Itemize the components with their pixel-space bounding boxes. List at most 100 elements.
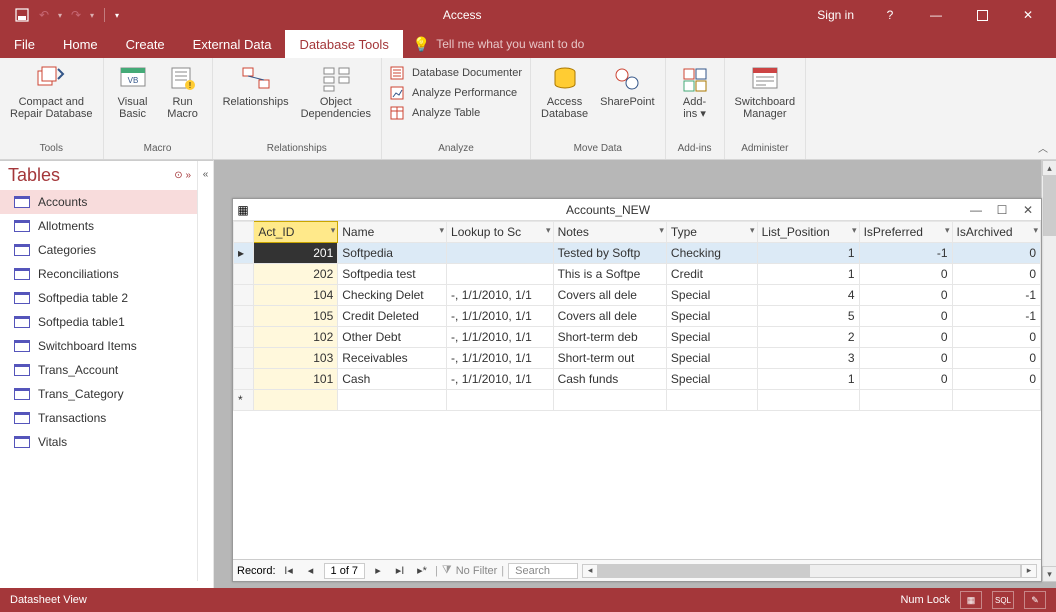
nav-item-transactions[interactable]: Transactions xyxy=(0,406,197,430)
search-box[interactable]: Search xyxy=(508,563,578,579)
close-button[interactable]: ✕ xyxy=(1006,0,1050,30)
column-header[interactable]: Type▾ xyxy=(666,222,757,243)
nav-item-switchboard-items[interactable]: Switchboard Items xyxy=(0,334,197,358)
nav-item-vitals[interactable]: Vitals xyxy=(0,430,197,454)
nav-item-reconciliations[interactable]: Reconciliations xyxy=(0,262,197,286)
new-record-button[interactable]: ▸* xyxy=(413,564,431,577)
table-icon xyxy=(14,220,30,232)
nav-item-accounts[interactable]: Accounts xyxy=(0,190,197,214)
nav-item-softpedia-table-2[interactable]: Softpedia table 2 xyxy=(0,286,197,310)
nav-dropdown-icon[interactable]: ⊙ » xyxy=(174,170,191,181)
relationships-button[interactable]: Relationships xyxy=(219,60,293,108)
last-record-button[interactable]: ▸I xyxy=(391,564,409,577)
sign-in-link[interactable]: Sign in xyxy=(805,8,866,22)
switchboard-manager-button[interactable]: Switchboard Manager xyxy=(731,60,800,120)
column-header[interactable]: List_Position▾ xyxy=(757,222,859,243)
analyze-table-button[interactable]: Analyze Table xyxy=(388,104,524,122)
navigation-pane: Tables ⊙ » AccountsAllotmentsCategoriesR… xyxy=(0,160,214,588)
analyze-table-icon xyxy=(390,105,406,121)
no-filter-label[interactable]: No Filter xyxy=(456,565,498,577)
access-database-button[interactable]: Access Database xyxy=(537,60,592,120)
next-record-button[interactable]: ▸ xyxy=(369,564,387,577)
table-row[interactable]: ▸201SoftpediaTested by SoftpChecking1-10 xyxy=(234,243,1041,264)
document-area: ▴ ▾ ▦ Accounts_NEW — ☐ ✕ Act_ID▾Name▾Loo… xyxy=(214,160,1056,588)
table-icon xyxy=(14,268,30,280)
group-label: Move Data xyxy=(537,143,659,159)
vertical-scrollbar[interactable]: ▴ ▾ xyxy=(1041,160,1056,582)
perf-icon xyxy=(390,85,406,101)
run-macro-button[interactable]: ! Run Macro xyxy=(160,60,206,120)
table-row[interactable]: 105Credit Deleted-, 1/1/2010, 1/1Covers … xyxy=(234,306,1041,327)
access-db-icon xyxy=(550,64,580,94)
compact-repair-button[interactable]: Compact and Repair Database xyxy=(6,60,97,120)
table-row[interactable]: 102Other Debt-, 1/1/2010, 1/1Short-term … xyxy=(234,327,1041,348)
analyze-performance-button[interactable]: Analyze Performance xyxy=(388,84,524,102)
win-maximize-button[interactable]: ☐ xyxy=(989,203,1015,217)
tell-me[interactable]: 💡 Tell me what you want to do xyxy=(403,30,595,58)
save-icon[interactable] xyxy=(14,7,30,23)
table-row[interactable]: 202Softpedia testThis is a SoftpeCredit1… xyxy=(234,264,1041,285)
horizontal-scrollbar[interactable]: ◂ ▸ xyxy=(582,564,1037,578)
filter-icon: ⧩ xyxy=(442,564,452,577)
visual-basic-button[interactable]: VB Visual Basic xyxy=(110,60,156,120)
column-header[interactable]: Lookup to Sc▾ xyxy=(447,222,554,243)
group-label: Relationships xyxy=(219,143,375,159)
title-bar: ↶ ▾ ↷ ▾ ▾ Access Sign in ? — ✕ xyxy=(0,0,1056,30)
new-row[interactable]: * xyxy=(234,390,1041,411)
database-documenter-button[interactable]: Database Documenter xyxy=(388,64,524,82)
column-header[interactable]: Name▾ xyxy=(338,222,447,243)
ribbon: Compact and Repair Database Tools VB Vis… xyxy=(0,58,1056,160)
sharepoint-button[interactable]: SharePoint xyxy=(596,60,658,108)
table-icon xyxy=(14,340,30,352)
switchboard-icon xyxy=(750,64,780,94)
prev-record-button[interactable]: ◂ xyxy=(302,564,320,577)
sharepoint-icon xyxy=(612,64,642,94)
column-header[interactable]: IsPreferred▾ xyxy=(859,222,952,243)
nav-item-trans_account[interactable]: Trans_Account xyxy=(0,358,197,382)
redo-icon[interactable]: ↷ xyxy=(68,7,84,23)
add-ins-button[interactable]: Add- ins ▾ xyxy=(672,60,718,120)
tab-create[interactable]: Create xyxy=(112,30,179,58)
nav-item-allotments[interactable]: Allotments xyxy=(0,214,197,238)
tab-external-data[interactable]: External Data xyxy=(179,30,286,58)
record-navigator: Record: I◂ ◂ 1 of 7 ▸ ▸I ▸* | ⧩ No Filte… xyxy=(233,559,1041,581)
datasheet-grid[interactable]: Act_ID▾Name▾Lookup to Sc▾Notes▾Type▾List… xyxy=(233,221,1041,559)
column-header[interactable]: IsArchived▾ xyxy=(952,222,1040,243)
design-view-button[interactable]: ✎ xyxy=(1024,591,1046,609)
nav-item-softpedia-table1[interactable]: Softpedia table1 xyxy=(0,310,197,334)
record-position[interactable]: 1 of 7 xyxy=(324,563,366,579)
undo-icon[interactable]: ↶ xyxy=(36,7,52,23)
object-dependencies-icon xyxy=(321,64,351,94)
column-header[interactable]: Act_ID▾ xyxy=(254,222,338,243)
nav-header[interactable]: Tables xyxy=(8,165,60,186)
table-icon xyxy=(14,292,30,304)
datasheet-window: ▦ Accounts_NEW — ☐ ✕ Act_ID▾Name▾Lookup … xyxy=(232,198,1042,582)
visual-basic-icon: VB xyxy=(118,64,148,94)
table-row[interactable]: 101Cash-, 1/1/2010, 1/1Cash fundsSpecial… xyxy=(234,369,1041,390)
sql-view-button[interactable]: SQL xyxy=(992,591,1014,609)
group-label: Administer xyxy=(731,143,800,159)
table-window-icon: ▦ xyxy=(233,203,253,217)
datasheet-view-button[interactable]: ▦ xyxy=(960,591,982,609)
help-button[interactable]: ? xyxy=(868,0,912,30)
table-icon xyxy=(14,364,30,376)
object-dependencies-button[interactable]: Object Dependencies xyxy=(297,60,375,120)
num-lock-indicator: Num Lock xyxy=(900,594,950,606)
tab-home[interactable]: Home xyxy=(49,30,112,58)
first-record-button[interactable]: I◂ xyxy=(280,564,298,577)
table-row[interactable]: 104Checking Delet-, 1/1/2010, 1/1Covers … xyxy=(234,285,1041,306)
column-header[interactable]: Notes▾ xyxy=(553,222,666,243)
svg-text:VB: VB xyxy=(127,76,138,85)
win-minimize-button[interactable]: — xyxy=(963,203,989,217)
tab-database-tools[interactable]: Database Tools xyxy=(285,30,402,58)
table-row[interactable]: 103Receivables-, 1/1/2010, 1/1Short-term… xyxy=(234,348,1041,369)
maximize-button[interactable] xyxy=(960,0,1004,30)
minimize-button[interactable]: — xyxy=(914,0,958,30)
nav-shutter-bar[interactable]: « xyxy=(197,161,213,581)
collapse-ribbon-icon[interactable]: ︿ xyxy=(1038,140,1048,155)
tab-file[interactable]: File xyxy=(0,30,49,58)
nav-item-trans_category[interactable]: Trans_Category xyxy=(0,382,197,406)
nav-item-categories[interactable]: Categories xyxy=(0,238,197,262)
win-close-button[interactable]: ✕ xyxy=(1015,203,1041,217)
lightbulb-icon: 💡 xyxy=(413,36,430,53)
